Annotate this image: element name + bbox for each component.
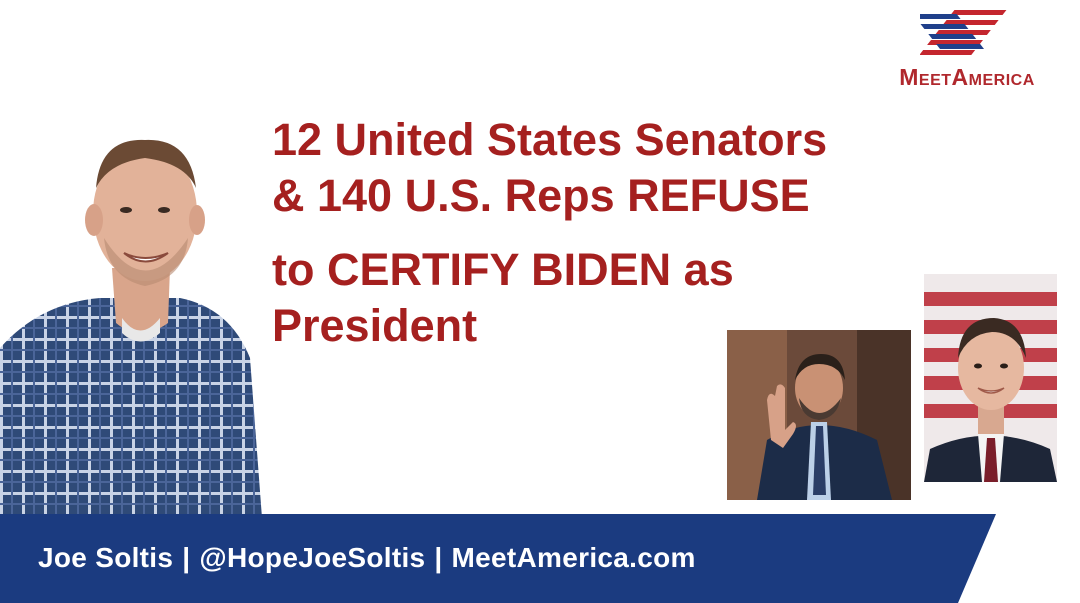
website-link: MeetAmerica.com (451, 542, 696, 573)
headline-line-2: & 140 U.S. Reps REFUSE (272, 170, 810, 221)
host-photo (0, 139, 262, 518)
headline-line-1: 12 United States Senators (272, 114, 828, 165)
separator: | (182, 542, 191, 573)
logo-text: MeetAmerica (899, 64, 1035, 90)
headline-line-3: to CERTIFY BIDEN as (272, 244, 734, 295)
social-handle: @HopeJoeSoltis (199, 542, 426, 573)
senator-photo-right (924, 274, 1057, 482)
headline: 12 United States Senators & 140 U.S. Rep… (272, 112, 952, 354)
footer-credits: Joe Soltis | @HopeJoeSoltis | MeetAmerica.co… (38, 542, 696, 574)
meetamerica-logo: MeetAmerica (862, 8, 1072, 92)
flag-stripes-icon (920, 10, 1007, 55)
separator: | (434, 542, 443, 573)
host-name: Joe Soltis (38, 542, 174, 573)
senator-photo-left (727, 330, 911, 500)
